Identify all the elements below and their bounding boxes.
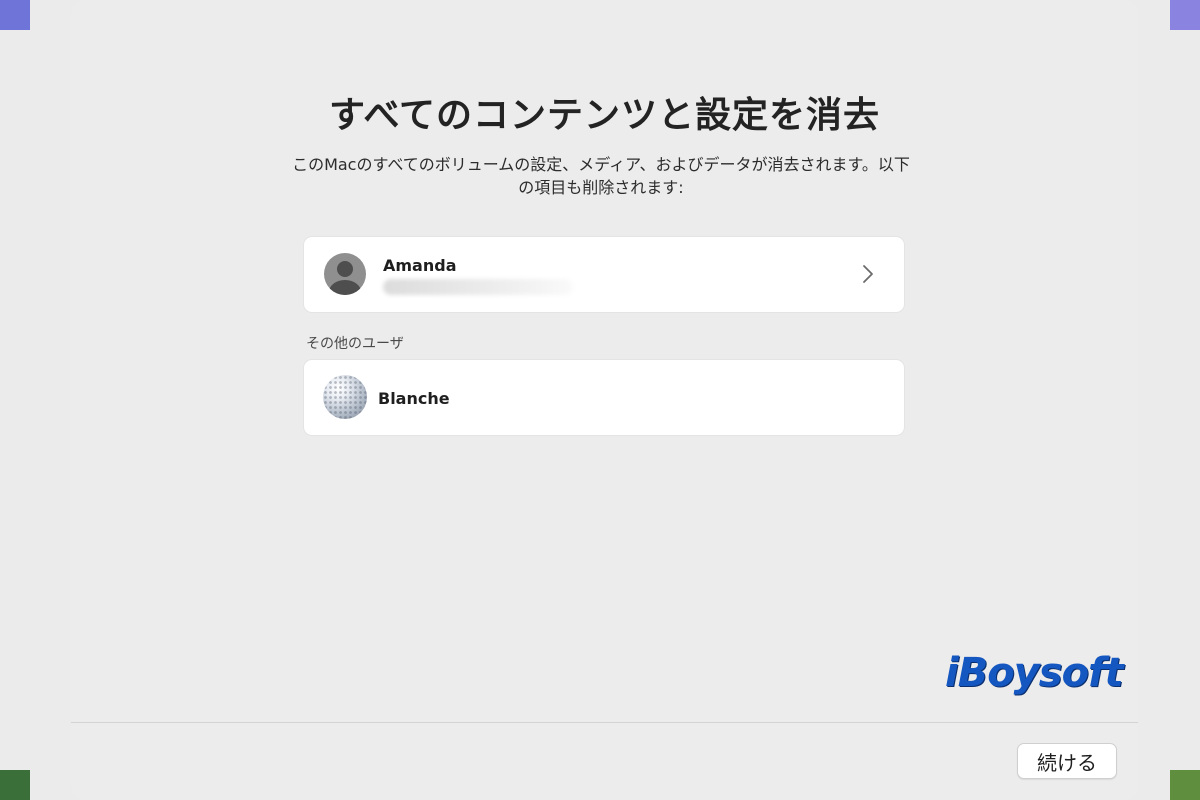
primary-user-name: Amanda <box>383 256 457 275</box>
chevron-right-icon[interactable] <box>862 262 874 286</box>
backdrop-corner <box>1170 0 1200 30</box>
default-user-avatar-icon <box>324 253 366 295</box>
backdrop-corner <box>1170 770 1200 800</box>
iboysoft-watermark-logo: iBoysoft <box>945 650 1124 696</box>
other-users-section-label: その他のユーザ <box>306 336 404 352</box>
footer-divider <box>71 722 1138 723</box>
erase-assistant-window: すべてのコンテンツと設定を消去 このMacのすべてのボリュームの設定、メディア、… <box>71 0 1138 800</box>
desktop-backdrop: すべてのコンテンツと設定を消去 このMacのすべてのボリュームの設定、メディア、… <box>0 0 1200 800</box>
other-user-name: Blanche <box>378 389 450 408</box>
other-user-row: Blanche <box>304 360 904 435</box>
continue-button[interactable]: 続ける <box>1017 743 1117 779</box>
primary-user-row[interactable]: Amanda <box>304 237 904 312</box>
page-description: このMacのすべてのボリュームの設定、メディア、およびデータが消去されます。以下… <box>292 155 910 197</box>
blurred-account-detail <box>383 279 573 295</box>
backdrop-corner <box>0 770 30 800</box>
page-title: すべてのコンテンツと設定を消去 <box>328 95 881 136</box>
golf-ball-avatar-icon <box>323 375 367 419</box>
backdrop-corner <box>0 0 30 30</box>
